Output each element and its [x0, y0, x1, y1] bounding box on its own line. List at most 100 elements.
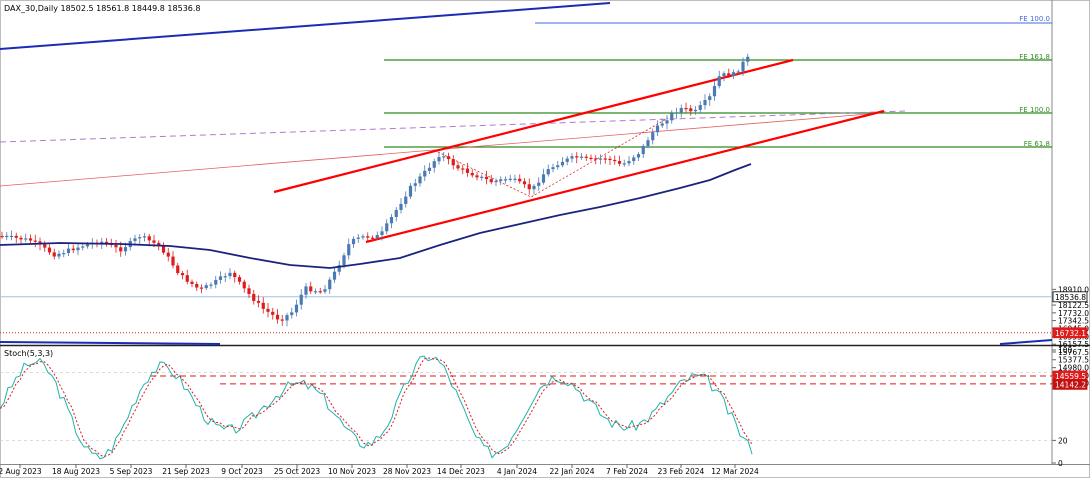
- candle-body: [271, 311, 275, 315]
- candle-body: [361, 236, 365, 238]
- candle-body: [722, 73, 726, 77]
- candle-body: [394, 209, 398, 217]
- candle-body: [570, 156, 574, 159]
- candle-body: [503, 179, 508, 181]
- candle-body: [556, 165, 560, 168]
- candle-body: [579, 156, 584, 158]
- candle-body: [627, 161, 631, 164]
- price-tag-label: 18536.8: [1055, 293, 1086, 302]
- candle-body: [731, 72, 736, 76]
- candle-body: [408, 185, 413, 197]
- candle-body: [404, 196, 408, 204]
- candle-body: [171, 256, 175, 266]
- candle-body: [342, 255, 346, 266]
- stoch-tick-label: 0: [1058, 459, 1063, 468]
- x-tick-label: 28 Nov 2023: [383, 467, 431, 476]
- candle-body: [233, 272, 237, 278]
- candle-body: [613, 159, 617, 162]
- candle-body: [575, 156, 579, 158]
- chart-area[interactable]: FE 100.0FE 161.8FE 100.0FE 61.8 10080200…: [0, 0, 1090, 478]
- candle-body: [294, 304, 299, 313]
- candle-body: [190, 281, 194, 284]
- candle-body: [484, 176, 489, 180]
- candle-body: [81, 246, 85, 248]
- candle-body: [594, 158, 598, 160]
- candle-body: [285, 315, 289, 321]
- candle-body: [513, 178, 517, 180]
- fib-label: FE 100.0: [1019, 15, 1050, 23]
- channel-upper: [273, 58, 794, 194]
- channel-lower: [365, 109, 885, 244]
- x-tick-label: 2 Aug 2023: [0, 467, 42, 476]
- x-tick-label: 21 Sep 2023: [162, 467, 210, 476]
- x-tick-label: 12 Mar 2024: [711, 467, 759, 476]
- candle-body: [684, 107, 688, 110]
- candle-body: [689, 108, 693, 112]
- candle-body: [256, 300, 261, 303]
- lower-trend-line: [0, 341, 221, 345]
- candle-body: [636, 154, 641, 158]
- candle-body: [589, 157, 593, 160]
- candle-body: [299, 294, 303, 305]
- candle-body: [375, 235, 379, 239]
- candle-body: [499, 179, 503, 181]
- candle-body: [313, 291, 318, 293]
- candle-body: [366, 236, 370, 238]
- candle-body: [465, 168, 470, 173]
- candle-body: [461, 168, 465, 170]
- candle-body: [494, 180, 498, 183]
- candle-body: [646, 140, 650, 146]
- candle-body: [632, 157, 636, 162]
- candle-body: [641, 145, 645, 155]
- candle-body: [389, 216, 394, 224]
- candle-body: [565, 158, 569, 162]
- lower-trend-line-right: [999, 339, 1053, 345]
- candle-body: [195, 283, 199, 288]
- candle-body: [518, 178, 522, 182]
- candle-body: [275, 314, 280, 320]
- candle-body: [736, 71, 740, 73]
- candle-body: [242, 281, 246, 289]
- x-tick-label: 4 Jan 2024: [497, 467, 537, 476]
- candle-body: [204, 285, 208, 289]
- candle-body: [703, 100, 707, 106]
- candle-body: [598, 158, 603, 160]
- candle-body: [475, 175, 479, 178]
- price-chart[interactable]: FE 100.0FE 161.8FE 100.0FE 61.8 10080200…: [0, 0, 1090, 478]
- candle-body: [290, 312, 294, 316]
- candle-body: [76, 247, 80, 251]
- x-tick-label: 23 Feb 2024: [658, 467, 705, 476]
- candle-body: [432, 161, 436, 168]
- candle-body: [560, 161, 565, 166]
- candle-body: [532, 185, 536, 190]
- candle-body: [266, 308, 270, 312]
- candle-body: [33, 240, 37, 242]
- candle-body: [28, 238, 33, 241]
- candle-body: [617, 161, 622, 164]
- candle-body: [698, 105, 702, 110]
- candle-body: [670, 113, 674, 121]
- candle-body: [114, 245, 118, 248]
- stoch-tick-label: 20: [1058, 436, 1068, 445]
- candle-body: [679, 107, 683, 113]
- candle-body: [147, 236, 151, 241]
- candle-body: [332, 271, 337, 280]
- candle-body: [57, 253, 61, 257]
- fib-label: FE 61.8: [1024, 140, 1050, 148]
- candle-body: [584, 156, 588, 158]
- candle-body: [551, 167, 555, 170]
- candle-body: [746, 56, 750, 62]
- candle-body: [52, 252, 56, 257]
- candle-body: [380, 231, 384, 236]
- candle-body: [304, 286, 308, 295]
- fib-label: FE 161.8: [1019, 53, 1050, 61]
- candle-body: [123, 247, 128, 252]
- candle-body: [199, 287, 204, 289]
- candle-body: [546, 169, 550, 175]
- candle-body: [318, 291, 322, 293]
- candle-body: [608, 158, 612, 160]
- candle-body: [133, 238, 137, 241]
- candle-body: [603, 158, 607, 160]
- candle-body: [456, 165, 460, 169]
- candle-body: [252, 293, 256, 301]
